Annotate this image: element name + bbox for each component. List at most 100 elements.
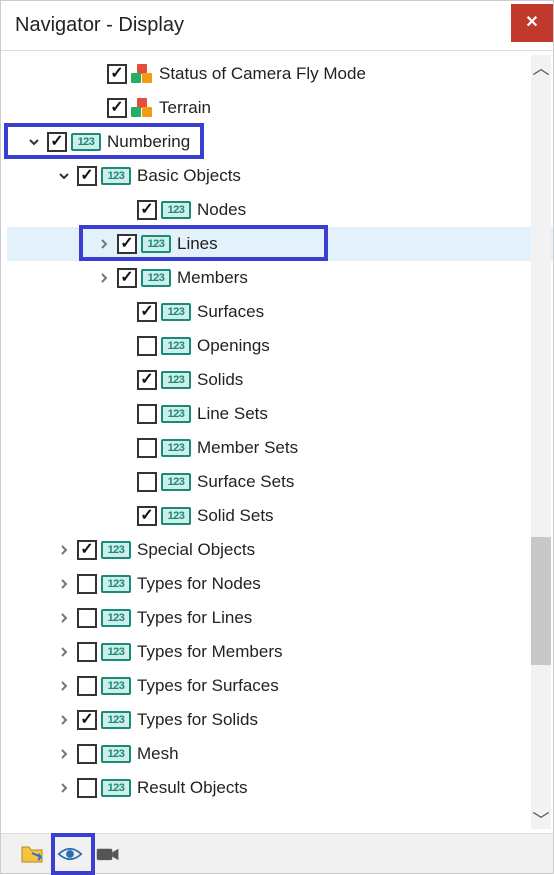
tree-row-member-sets[interactable]: 123 Member Sets [7,431,553,465]
tree-row-nodes[interactable]: 123Nodes [7,193,553,227]
tree-row-line-sets[interactable]: 123Line Sets [7,397,553,431]
number-icon: 123 [101,643,131,661]
scroll-down-icon[interactable]: ﹀ [531,807,551,829]
tree-row-basic-objects[interactable]: 123 Basic Objects [7,159,553,193]
number-icon: 123 [161,337,191,355]
tree-row-types-for-solids[interactable]: 123Types for Solids [7,703,553,737]
scroll-thumb[interactable] [531,537,551,665]
checkbox[interactable] [77,608,97,628]
tree-item-label: Solids [197,370,243,390]
tree-item-label: Types for Nodes [137,574,261,594]
tree-row-mesh[interactable]: 123Mesh [7,737,553,771]
checkbox[interactable] [47,132,67,152]
tree-row-numbering[interactable]: 123Numbering [7,125,553,159]
display-tab-button[interactable] [51,836,89,872]
checkbox[interactable] [107,64,127,84]
checkbox[interactable] [137,370,157,390]
tree-item-label: Member Sets [197,438,298,458]
checkbox[interactable] [77,778,97,798]
tree-item-label: Solid Sets [197,506,274,526]
number-icon: 123 [161,371,191,389]
checkbox[interactable] [137,302,157,322]
checkbox[interactable] [77,744,97,764]
checkbox[interactable] [137,438,157,458]
scroll-up-icon[interactable]: ︿ [531,55,551,77]
tree-row-types-for-lines[interactable]: 123Types for Lines [7,601,553,635]
close-icon: ✕ [525,15,538,31]
tree-row-members[interactable]: 123Members [7,261,553,295]
chevron-right-icon[interactable] [55,609,73,627]
number-icon: 123 [161,473,191,491]
checkbox[interactable] [137,404,157,424]
tree-item-label: Members [177,268,248,288]
number-icon: 123 [161,507,191,525]
tree: Status of Camera Fly Mode Terrain 123Numbe… [1,51,553,811]
checkbox[interactable] [77,540,97,560]
tree-row-lines[interactable]: 123Lines [7,227,553,261]
tree-row-solids[interactable]: 123 Solids [7,363,553,397]
tree-row-surfaces[interactable]: 123Surfaces [7,295,553,329]
tree-row-types-for-nodes[interactable]: 123 Types for Nodes [7,567,553,601]
number-icon: 123 [101,575,131,593]
chevron-right-icon[interactable] [55,541,73,559]
tree-item-label: Line Sets [197,404,268,424]
chevron-right-icon[interactable] [95,235,113,253]
folder-button[interactable] [13,836,51,872]
checkbox[interactable] [77,710,97,730]
tree-row-result-objects[interactable]: 123Result Objects [7,771,553,805]
tree-row-surface-sets[interactable]: 123 Surface Sets [7,465,553,499]
tree-row-types-for-surfaces[interactable]: 123Types for Surfaces [7,669,553,703]
checkbox[interactable] [107,98,127,118]
camera-icon [95,844,121,864]
number-icon: 123 [101,745,131,763]
checkbox[interactable] [137,336,157,356]
checkbox[interactable] [117,234,137,254]
scrollbar[interactable]: ︿ ﹀ [531,55,551,829]
tree-row-openings[interactable]: 123Openings [7,329,553,363]
number-icon: 123 [161,201,191,219]
titlebar: Navigator - Display ✕ [1,1,553,51]
tree-item-label: Types for Surfaces [137,676,279,696]
folder-icon [20,843,44,865]
checkbox[interactable] [77,642,97,662]
chevron-right-icon[interactable] [55,677,73,695]
number-icon: 123 [101,541,131,559]
close-button[interactable]: ✕ [511,4,553,42]
tree-row-special-objects[interactable]: 123Special Objects [7,533,553,567]
checkbox[interactable] [137,472,157,492]
tree-row-terrain[interactable]: Terrain [7,91,553,125]
number-icon: 123 [161,303,191,321]
checkbox[interactable] [137,506,157,526]
tree-row-status-of-camera-fly-mode[interactable]: Status of Camera Fly Mode [7,57,553,91]
cubes-icon [131,64,153,84]
views-tab-button[interactable] [89,836,127,872]
chevron-right-icon[interactable] [55,711,73,729]
chevron-right-icon[interactable] [95,269,113,287]
chevron-right-icon[interactable] [55,575,73,593]
number-icon: 123 [161,439,191,457]
tree-item-label: Terrain [159,98,211,118]
chevron-right-icon[interactable] [55,643,73,661]
number-icon: 123 [71,133,101,151]
tree-item-label: Result Objects [137,778,248,798]
checkbox[interactable] [77,166,97,186]
chevron-down-icon[interactable] [25,133,43,151]
chevron-right-icon[interactable] [55,745,73,763]
tree-item-label: Basic Objects [137,166,241,186]
tree-item-label: Types for Solids [137,710,258,730]
number-icon: 123 [141,235,171,253]
number-icon: 123 [101,167,131,185]
checkbox[interactable] [137,200,157,220]
checkbox[interactable] [117,268,137,288]
window-title: Navigator - Display [15,14,184,37]
tree-row-types-for-members[interactable]: 123 Types for Members [7,635,553,669]
number-icon: 123 [101,609,131,627]
chevron-right-icon[interactable] [55,779,73,797]
checkbox[interactable] [77,676,97,696]
tree-row-solid-sets[interactable]: 123 Solid Sets [7,499,553,533]
tree-container: Status of Camera Fly Mode Terrain 123Numbe… [1,51,553,833]
checkbox[interactable] [77,574,97,594]
chevron-down-icon[interactable] [55,167,73,185]
tree-item-label: Surface Sets [197,472,294,492]
tree-item-label: Types for Members [137,642,283,662]
